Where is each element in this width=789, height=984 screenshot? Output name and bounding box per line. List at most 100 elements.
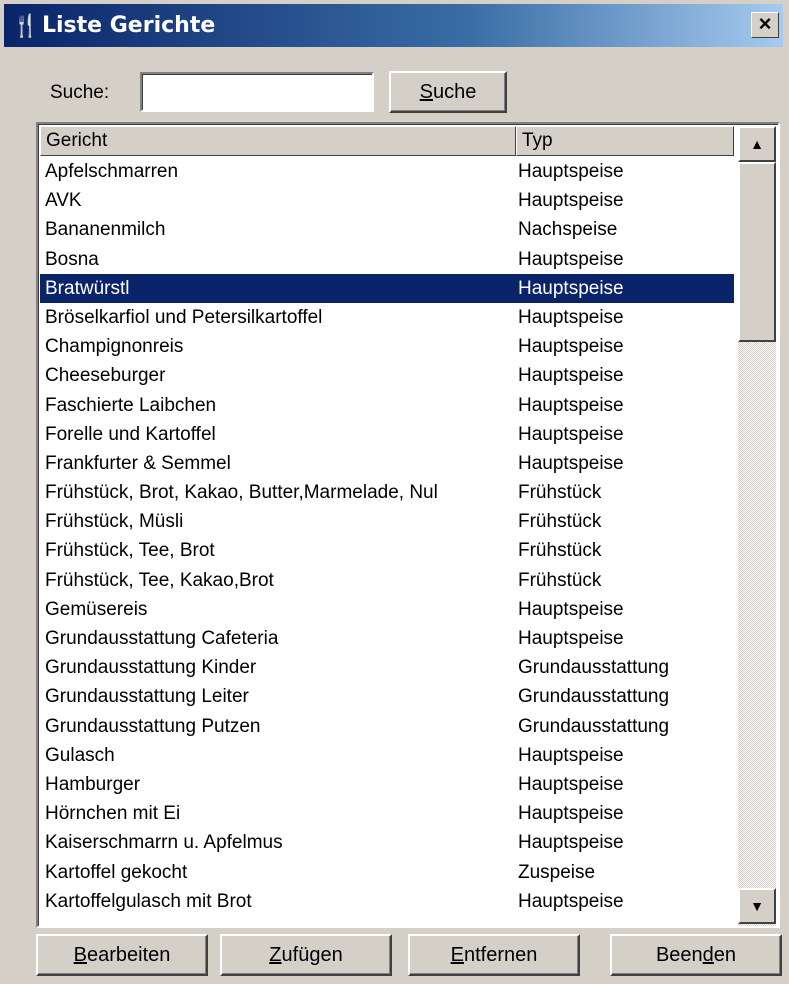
cell-gericht: Grundausstattung Kinder: [45, 657, 257, 679]
scroll-up-button[interactable]: ▲: [738, 126, 776, 162]
cell-typ: Hauptspeise: [518, 306, 624, 328]
add-button[interactable]: Zufügen: [220, 934, 392, 976]
cell-gericht: Cheeseburger: [45, 365, 166, 387]
cell-gericht: Kaiserschmarrn u. Apfelmus: [45, 832, 283, 854]
cell-gericht: Bananenmilch: [45, 219, 166, 241]
table-row[interactable]: Gemüsereis Hauptspeise: [40, 595, 734, 624]
cell-typ: Frühstück: [518, 540, 602, 562]
cutlery-icon: 🍴: [12, 13, 40, 38]
add-button-label: ufügen: [281, 943, 343, 966]
cell-gericht: Grundausstattung Cafeteria: [45, 628, 279, 649]
list-header: Gericht Typ: [40, 126, 734, 156]
cell-gericht: Apfelschmarren: [45, 161, 179, 182]
cell-typ: Hauptspeise: [518, 628, 624, 649]
cell-gericht: Kartoffelgulasch mit Brot: [45, 890, 252, 912]
cell-typ: Zuspeise: [518, 861, 596, 883]
cell-gericht: Frühstück, Brot, Kakao, Butter,Marmelade…: [45, 482, 438, 504]
cell-gericht: Forelle und Kartoffel: [45, 423, 216, 445]
cell-gericht: Gemüsereis: [45, 598, 148, 620]
cell-gericht: Frankfurter & Semmel: [45, 452, 231, 474]
table-row[interactable]: Hörnchen mit Ei Hauptspeise: [40, 799, 734, 828]
table-row[interactable]: AVK Hauptspeise: [40, 186, 734, 215]
cell-typ: Hauptspeise: [518, 452, 624, 474]
cell-typ: Hauptspeise: [518, 336, 624, 358]
cell-gericht: Hörnchen mit Ei: [45, 803, 181, 825]
table-row[interactable]: Bananenmilch Nachspeise: [40, 215, 734, 244]
table-row[interactable]: Bosna Hauptspeise: [40, 245, 734, 274]
add-button-accel: Z: [269, 943, 282, 966]
search-button[interactable]: Suche: [389, 71, 507, 113]
table-row[interactable]: Frühstück, Brot, Kakao, Butter,Marmelade…: [40, 478, 734, 507]
cell-gericht: Frühstück, Tee, Kakao,Brot: [45, 569, 274, 591]
cell-gericht: Grundausstattung Putzen: [45, 715, 261, 737]
table-row[interactable]: Frühstück, Müsli Frühstück: [40, 507, 734, 536]
cell-gericht: Bröselkarfiol und Petersilkartoffel: [45, 306, 323, 328]
table-row[interactable]: Grundausstattung Putzen Grundausstattung: [40, 712, 734, 741]
cell-typ: Frühstück: [518, 511, 602, 533]
cell-typ: Hauptspeise: [518, 190, 624, 212]
search-button-accel: S: [419, 80, 433, 103]
table-row[interactable]: Bratwürstl Hauptspeise: [40, 273, 734, 303]
dialog-window: 🍴 Liste Gerichte × Suche: Suche Gericht …: [0, 0, 789, 984]
table-row[interactable]: Kaiserschmarrn u. Apfelmus Hauptspeise: [40, 828, 734, 857]
table-row[interactable]: Gulasch Hauptspeise: [40, 741, 734, 770]
edit-button-label: earbeiten: [86, 943, 171, 966]
cell-typ: Hauptspeise: [518, 394, 624, 416]
table-row[interactable]: Kartoffelgulasch mit Brot Hauptspeise: [40, 887, 734, 916]
table-row[interactable]: Apfelschmarren Hauptspeise: [40, 157, 734, 186]
cell-typ: Hauptspeise: [518, 803, 624, 825]
cell-typ: Grundausstattung: [518, 686, 670, 708]
table-row[interactable]: Grundausstattung Cafeteria Hauptspeise: [40, 624, 734, 653]
cell-typ: Hauptspeise: [518, 773, 624, 795]
cell-gericht: Faschierte Laibchen: [45, 394, 217, 416]
vertical-scrollbar[interactable]: ▲ ▼: [738, 126, 776, 926]
cell-typ: Nachspeise: [518, 219, 618, 241]
cell-gericht: AVK: [45, 190, 82, 212]
table-row[interactable]: Faschierte Laibchen Hauptspeise: [40, 391, 734, 420]
close-button[interactable]: ×: [751, 12, 779, 38]
table-row[interactable]: Frühstück, Tee, Kakao,Brot Frühstück: [40, 566, 734, 595]
table-row[interactable]: Forelle und Kartoffel Hauptspeise: [40, 420, 734, 449]
cell-typ: Frühstück: [518, 482, 602, 504]
cell-typ: Frühstück: [518, 569, 602, 591]
table-row[interactable]: Hamburger Hauptspeise: [40, 770, 734, 799]
cell-gericht: Champignonreis: [45, 336, 184, 358]
edit-button[interactable]: Bearbeiten: [36, 934, 208, 976]
search-label: Suche:: [50, 82, 110, 103]
cell-typ: Hauptspeise: [518, 248, 624, 270]
search-input[interactable]: [140, 72, 374, 112]
column-header-typ[interactable]: Typ: [516, 126, 734, 156]
cell-typ: Hauptspeise: [518, 161, 624, 182]
table-row[interactable]: Frankfurter & Semmel Hauptspeise: [40, 449, 734, 478]
cell-typ: Hauptspeise: [518, 277, 624, 299]
table-row[interactable]: Grundausstattung Leiter Grundausstattung: [40, 682, 734, 711]
cell-gericht: Kartoffel gekocht: [45, 861, 188, 883]
search-button-label: uche: [432, 80, 477, 103]
scroll-thumb[interactable]: [738, 162, 776, 342]
table-row[interactable]: Champignonreis Hauptspeise: [40, 332, 734, 361]
scroll-down-button[interactable]: ▼: [738, 888, 776, 924]
cell-gericht: Frühstück, Tee, Brot: [45, 540, 215, 562]
cell-typ: Hauptspeise: [518, 744, 624, 766]
dish-list[interactable]: Gericht Typ Apfelschmarren Hauptspeise AVK…: [36, 122, 780, 928]
cell-gericht: Gulasch: [45, 744, 115, 766]
list-rows: Apfelschmarren Hauptspeise AVK Hauptspeise B…: [40, 157, 734, 916]
cell-typ: Hauptspeise: [518, 598, 624, 620]
table-row[interactable]: Cheeseburger Hauptspeise: [40, 361, 734, 390]
cell-typ: Hauptspeise: [518, 423, 624, 445]
table-row[interactable]: Bröselkarfiol und Petersilkartoffel Haupt…: [40, 303, 734, 332]
window-title: Liste Gerichte: [42, 13, 216, 38]
column-header-gericht[interactable]: Gericht: [40, 126, 516, 156]
cell-typ: Grundausstattung: [518, 715, 670, 737]
cell-typ: Hauptspeise: [518, 365, 624, 387]
quit-button-label: en: [713, 943, 737, 966]
cell-gericht: Frühstück, Müsli: [45, 511, 184, 533]
table-row[interactable]: Grundausstattung Kinder Grundausstattung: [40, 653, 734, 682]
title-bar[interactable]: 🍴 Liste Gerichte ×: [4, 4, 783, 47]
table-row[interactable]: Frühstück, Tee, Brot Frühstück: [40, 536, 734, 565]
table-row[interactable]: Kartoffel gekocht Zuspeise: [40, 858, 734, 887]
remove-button[interactable]: Entfernen: [408, 934, 580, 976]
cell-typ: Hauptspeise: [518, 832, 624, 854]
remove-button-label: ntfernen: [463, 943, 538, 966]
quit-button[interactable]: Beenden: [610, 934, 782, 976]
